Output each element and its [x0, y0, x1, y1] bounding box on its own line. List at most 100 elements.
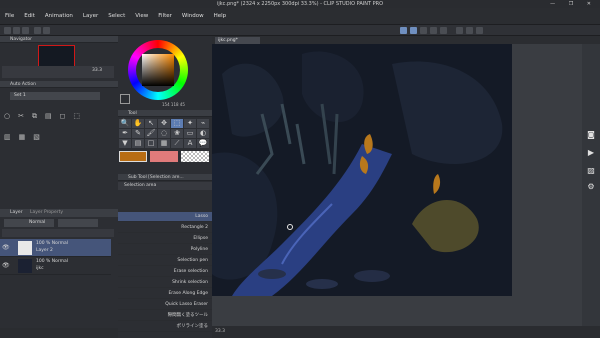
- undo-icon[interactable]: [34, 27, 41, 34]
- auto-select-icon[interactable]: ✦: [184, 119, 196, 128]
- copy-icon[interactable]: ⧉: [32, 112, 37, 121]
- video-icon[interactable]: ▶: [586, 148, 596, 158]
- snap-grid-icon[interactable]: [410, 27, 417, 34]
- balloon-tool-icon[interactable]: 💬: [197, 139, 209, 148]
- gallery-icon[interactable]: ▨: [586, 166, 596, 176]
- clear-icon[interactable]: ◻: [60, 112, 66, 120]
- fill-tool-icon[interactable]: ▼: [119, 139, 131, 148]
- tab-layer[interactable]: Layer: [0, 210, 23, 215]
- text-tool-icon[interactable]: A: [184, 139, 196, 148]
- deselect-icon[interactable]: ▧: [33, 133, 40, 141]
- sub-tool-item[interactable]: Polyline: [118, 245, 212, 255]
- record-icon[interactable]: ○: [4, 112, 10, 120]
- window-controls[interactable]: — ❐ ✕: [550, 0, 597, 8]
- gradient-tool-icon[interactable]: ▤: [132, 139, 144, 148]
- opacity-slider[interactable]: [58, 219, 98, 227]
- sub-tool-item[interactable]: Rectangle 2: [118, 223, 212, 233]
- sub-tool-label: Lasso: [195, 214, 208, 219]
- move-tool-icon[interactable]: ✋: [132, 119, 144, 128]
- canvas-area[interactable]: [212, 44, 582, 326]
- layer-thumbnail: [18, 259, 32, 273]
- sub-tool-item[interactable]: Quick Lasso Eraser: [118, 300, 212, 310]
- airbrush-tool-icon[interactable]: ◌: [158, 129, 170, 138]
- ruler-icon[interactable]: [430, 27, 437, 34]
- layer-name: ijkc: [36, 266, 44, 271]
- menu-select[interactable]: Select: [103, 13, 130, 19]
- frame-tool-icon[interactable]: ▦: [158, 139, 170, 148]
- document-tab-bar: ijkc.png*: [212, 36, 600, 44]
- zoom-icon[interactable]: [476, 27, 483, 34]
- pencil-tool-icon[interactable]: ✎: [132, 129, 144, 138]
- canvas-artwork[interactable]: [212, 44, 582, 326]
- selection-tool-icon[interactable]: ⬚: [171, 119, 183, 128]
- sub-tool-item[interactable]: Erase selection: [118, 267, 212, 277]
- camera-icon[interactable]: ◙: [586, 130, 596, 140]
- stone: [258, 269, 286, 279]
- snap-ruler-icon[interactable]: [400, 27, 407, 34]
- figure-tool-icon[interactable]: □: [145, 139, 157, 148]
- transform-icon[interactable]: ⬚: [73, 112, 80, 120]
- menu-edit[interactable]: Edit: [19, 13, 40, 19]
- eye-icon[interactable]: 👁: [2, 244, 10, 251]
- sub-tool-tab[interactable]: Selection area: [118, 182, 212, 190]
- blend-mode-select[interactable]: Normal: [4, 219, 54, 227]
- redo-icon[interactable]: [43, 27, 50, 34]
- sub-tool-item[interactable]: 隙間無く塗るツール: [118, 311, 212, 321]
- eyedropper-icon[interactable]: ⌁: [197, 119, 209, 128]
- pen-tool-icon[interactable]: ✒: [119, 129, 131, 138]
- sub-tool-item[interactable]: Selection pen: [118, 256, 212, 266]
- eraser-tool-icon[interactable]: ▭: [184, 129, 196, 138]
- layer-thumbnail: [18, 241, 32, 255]
- layer-row[interactable]: 👁 100 % Normal Layer 2: [0, 239, 111, 257]
- ruler-tool-icon[interactable]: ⟋: [171, 139, 183, 148]
- layer-row[interactable]: 👁 100 % Normal ijkc: [0, 257, 111, 275]
- color-values: 154 118 45: [162, 102, 185, 107]
- sub-tool-item[interactable]: Erase Along Edge: [118, 289, 212, 299]
- brush-tool-icon[interactable]: 🖌: [145, 129, 157, 138]
- menu-layer[interactable]: Layer: [78, 13, 103, 19]
- cut-icon[interactable]: ✂: [18, 112, 24, 120]
- app-window: ijkc.png* (2324 x 2250px 300dpi 33.3%) -…: [0, 0, 600, 338]
- saturation-square[interactable]: [142, 54, 174, 86]
- open-icon[interactable]: [13, 27, 20, 34]
- paste-icon[interactable]: ▤: [45, 112, 52, 120]
- move-layer-icon[interactable]: ✥: [158, 119, 170, 128]
- menu-view[interactable]: View: [130, 13, 153, 19]
- fill-icon[interactable]: ▥: [4, 133, 11, 141]
- blend-tool-icon[interactable]: ◐: [197, 129, 209, 138]
- decoration-tool-icon[interactable]: ❀: [171, 129, 183, 138]
- settings-icon[interactable]: ⚙: [586, 182, 596, 192]
- sub-tool-title: Sub Tool [Selection are...: [118, 174, 212, 181]
- mirror-icon[interactable]: [456, 27, 463, 34]
- foreground-color-swatch[interactable]: [119, 151, 147, 162]
- auto-action-title: Auto Action: [0, 81, 118, 88]
- menu-window[interactable]: Window: [177, 13, 209, 19]
- layer-name: Layer 2: [36, 248, 53, 253]
- sub-tool-item[interactable]: Shrink selection: [118, 278, 212, 288]
- transparent-color-swatch[interactable]: [181, 151, 209, 162]
- rotate-icon[interactable]: [466, 27, 473, 34]
- grid-icon[interactable]: [440, 27, 447, 34]
- menu-filter[interactable]: Filter: [153, 13, 177, 19]
- eye-icon[interactable]: 👁: [2, 262, 10, 269]
- zoom-tool-icon[interactable]: 🔍: [119, 119, 131, 128]
- save-icon[interactable]: [22, 27, 29, 34]
- auto-action-set-select[interactable]: Set 1: [10, 92, 100, 100]
- sub-tool-label: Quick Lasso Eraser: [165, 302, 208, 307]
- operation-tool-icon[interactable]: ↖: [145, 119, 157, 128]
- snap-point-icon[interactable]: [420, 27, 427, 34]
- layer-toolbar[interactable]: [2, 229, 114, 237]
- navigator-controls[interactable]: 33.3: [2, 66, 114, 78]
- select-all-icon[interactable]: ▦: [19, 133, 26, 141]
- menu-file[interactable]: File: [0, 13, 19, 19]
- new-icon[interactable]: [4, 27, 11, 34]
- menu-help[interactable]: Help: [209, 13, 232, 19]
- sub-tool-item[interactable]: Lasso: [118, 212, 212, 222]
- menu-animation[interactable]: Animation: [40, 13, 78, 19]
- background-color-swatch[interactable]: [150, 151, 178, 162]
- tab-layer-property[interactable]: Layer Property: [24, 210, 63, 215]
- sub-tool-item[interactable]: ポリライン塗る: [118, 322, 212, 332]
- sub-tool-item[interactable]: Ellipse: [118, 234, 212, 244]
- document-tab[interactable]: ijkc.png*: [215, 37, 260, 44]
- main-color-swatch[interactable]: [120, 94, 130, 104]
